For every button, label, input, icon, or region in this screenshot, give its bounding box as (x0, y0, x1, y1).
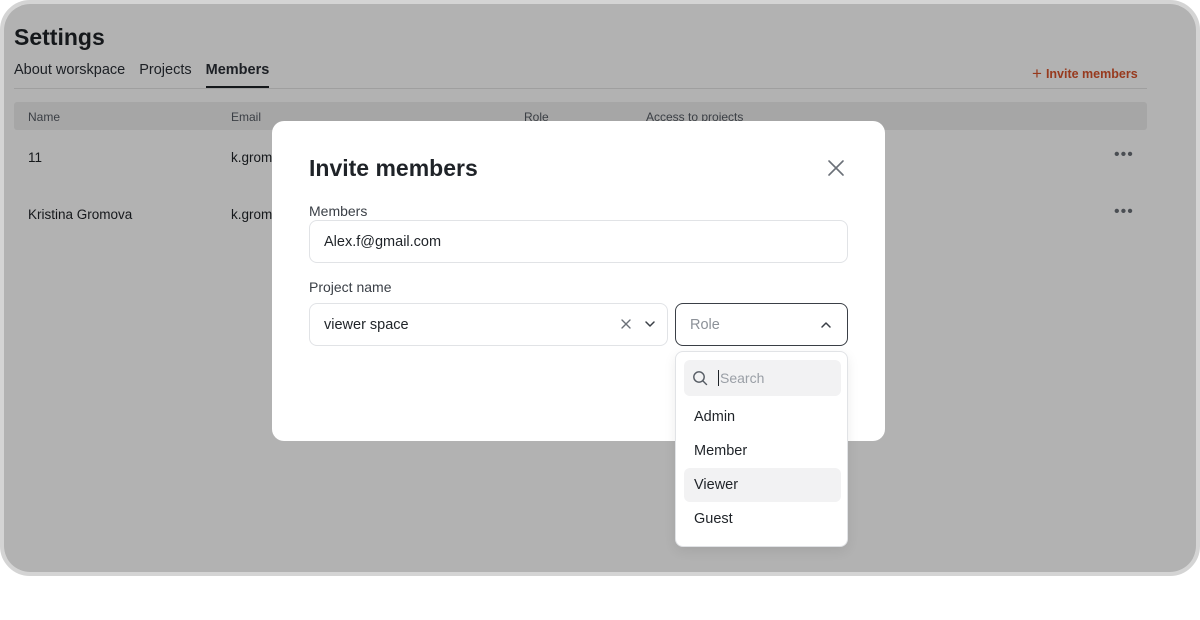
role-search (684, 360, 841, 396)
role-option-admin[interactable]: Admin (684, 400, 841, 434)
members-field-label: Members (309, 203, 368, 219)
role-option-member[interactable]: Member (684, 434, 841, 468)
project-name-label: Project name (309, 279, 392, 295)
modal-title: Invite members (309, 155, 478, 181)
role-search-input[interactable] (718, 370, 828, 386)
app-window: Settings About worskpace Projects Member… (0, 0, 1200, 576)
clear-icon[interactable] (619, 317, 633, 331)
members-input[interactable]: Alex.f@gmail.com (309, 220, 848, 263)
project-select-controls (619, 317, 657, 331)
chevron-up-icon (821, 322, 831, 328)
role-select[interactable]: Role (675, 303, 848, 346)
role-option-guest[interactable]: Guest (684, 502, 841, 536)
members-input-value: Alex.f@gmail.com (324, 233, 442, 250)
project-name-select[interactable]: viewer space (309, 303, 668, 346)
chevron-down-icon[interactable] (643, 317, 657, 331)
project-name-value: viewer space (324, 316, 409, 333)
close-icon[interactable] (827, 159, 845, 177)
role-option-viewer[interactable]: Viewer (684, 468, 841, 502)
role-dropdown: Admin Member Viewer Guest (675, 351, 848, 547)
role-select-placeholder: Role (690, 316, 720, 333)
search-icon (693, 371, 708, 386)
